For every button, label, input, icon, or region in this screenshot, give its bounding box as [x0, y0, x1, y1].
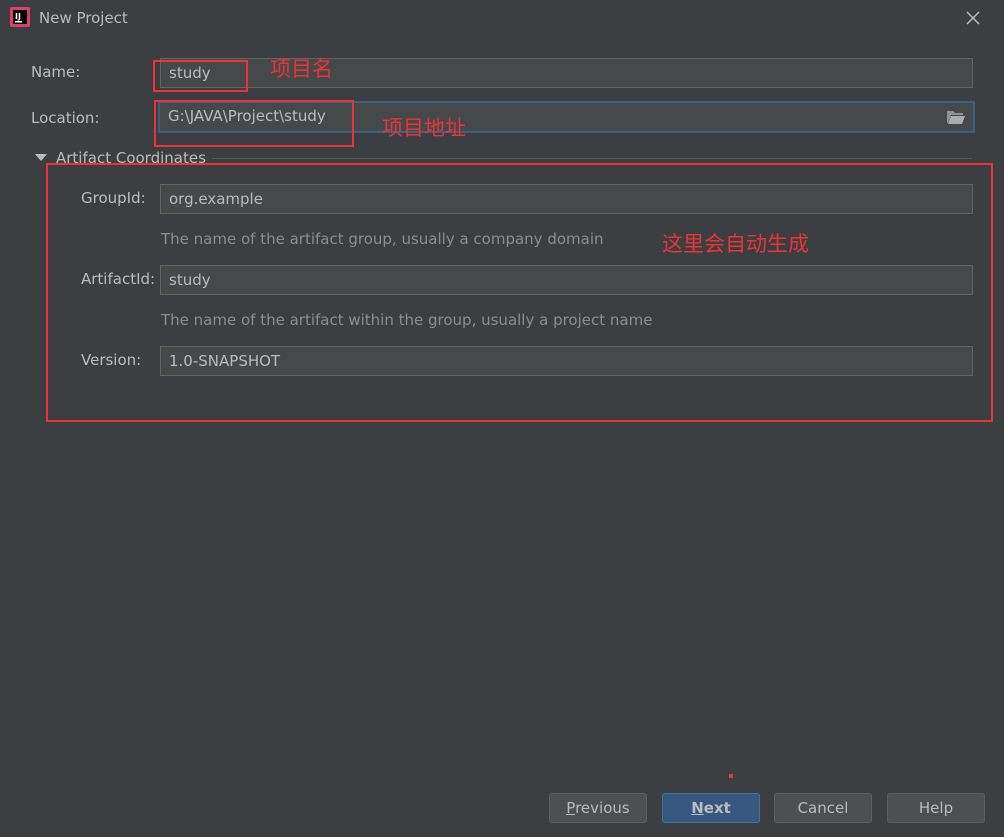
- section-divider: [212, 158, 972, 159]
- artifact-highlight-box: [46, 163, 993, 422]
- previous-mnemonic: P: [566, 799, 576, 817]
- red-dot: [729, 774, 733, 778]
- name-label: Name:: [31, 63, 81, 81]
- help-button[interactable]: Help: [887, 793, 985, 823]
- svg-text:IJ: IJ: [15, 12, 21, 21]
- location-annotation: 项目地址: [382, 116, 466, 140]
- name-highlight-box: [153, 60, 248, 92]
- window-title: New Project: [39, 9, 128, 27]
- next-mnemonic: N: [691, 799, 704, 817]
- title-bar: IJ New Project: [0, 0, 1004, 36]
- triangle-down-icon[interactable]: [35, 154, 47, 161]
- location-highlight-box: [154, 100, 354, 147]
- cancel-button[interactable]: Cancel: [774, 793, 872, 823]
- previous-label: revious: [575, 799, 630, 817]
- auto-generate-annotation: 这里会自动生成: [662, 232, 809, 256]
- name-annotation: 项目名: [270, 57, 333, 81]
- close-icon[interactable]: [963, 8, 983, 28]
- next-button[interactable]: Next: [662, 793, 760, 823]
- intellij-idea-icon: IJ: [10, 7, 30, 27]
- folder-open-icon[interactable]: [946, 109, 966, 125]
- location-label: Location:: [31, 109, 100, 127]
- next-label: ext: [703, 799, 731, 817]
- previous-button[interactable]: Previous: [549, 793, 647, 823]
